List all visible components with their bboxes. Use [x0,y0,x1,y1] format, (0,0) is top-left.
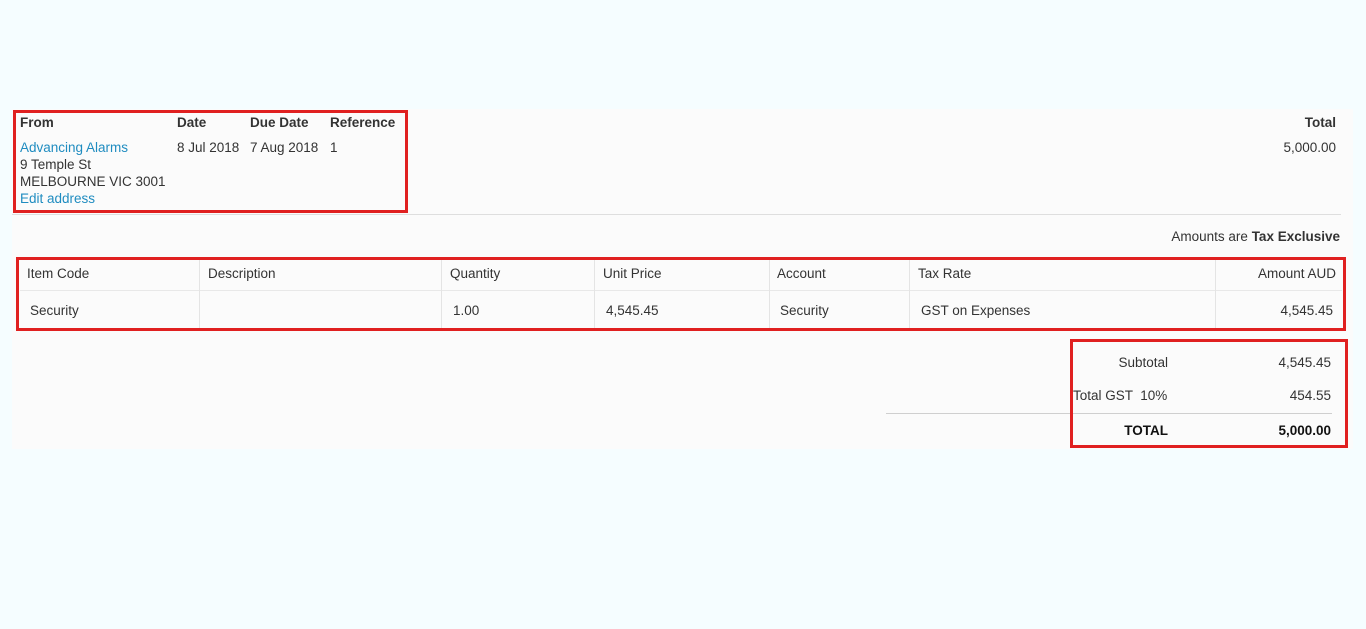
header-divider [12,214,1341,215]
amounts-prefix: Amounts are [1171,229,1248,244]
total-value: 5,000.00 [1283,140,1336,155]
amounts-mode: Amounts are Tax Exclusive [1171,229,1340,244]
line-items-highlight-box [16,257,1346,331]
amounts-mode-value[interactable]: Tax Exclusive [1252,229,1340,244]
total-label: Total [1304,115,1336,130]
totals-highlight-box [1070,339,1348,448]
header-highlight-box [13,110,408,213]
